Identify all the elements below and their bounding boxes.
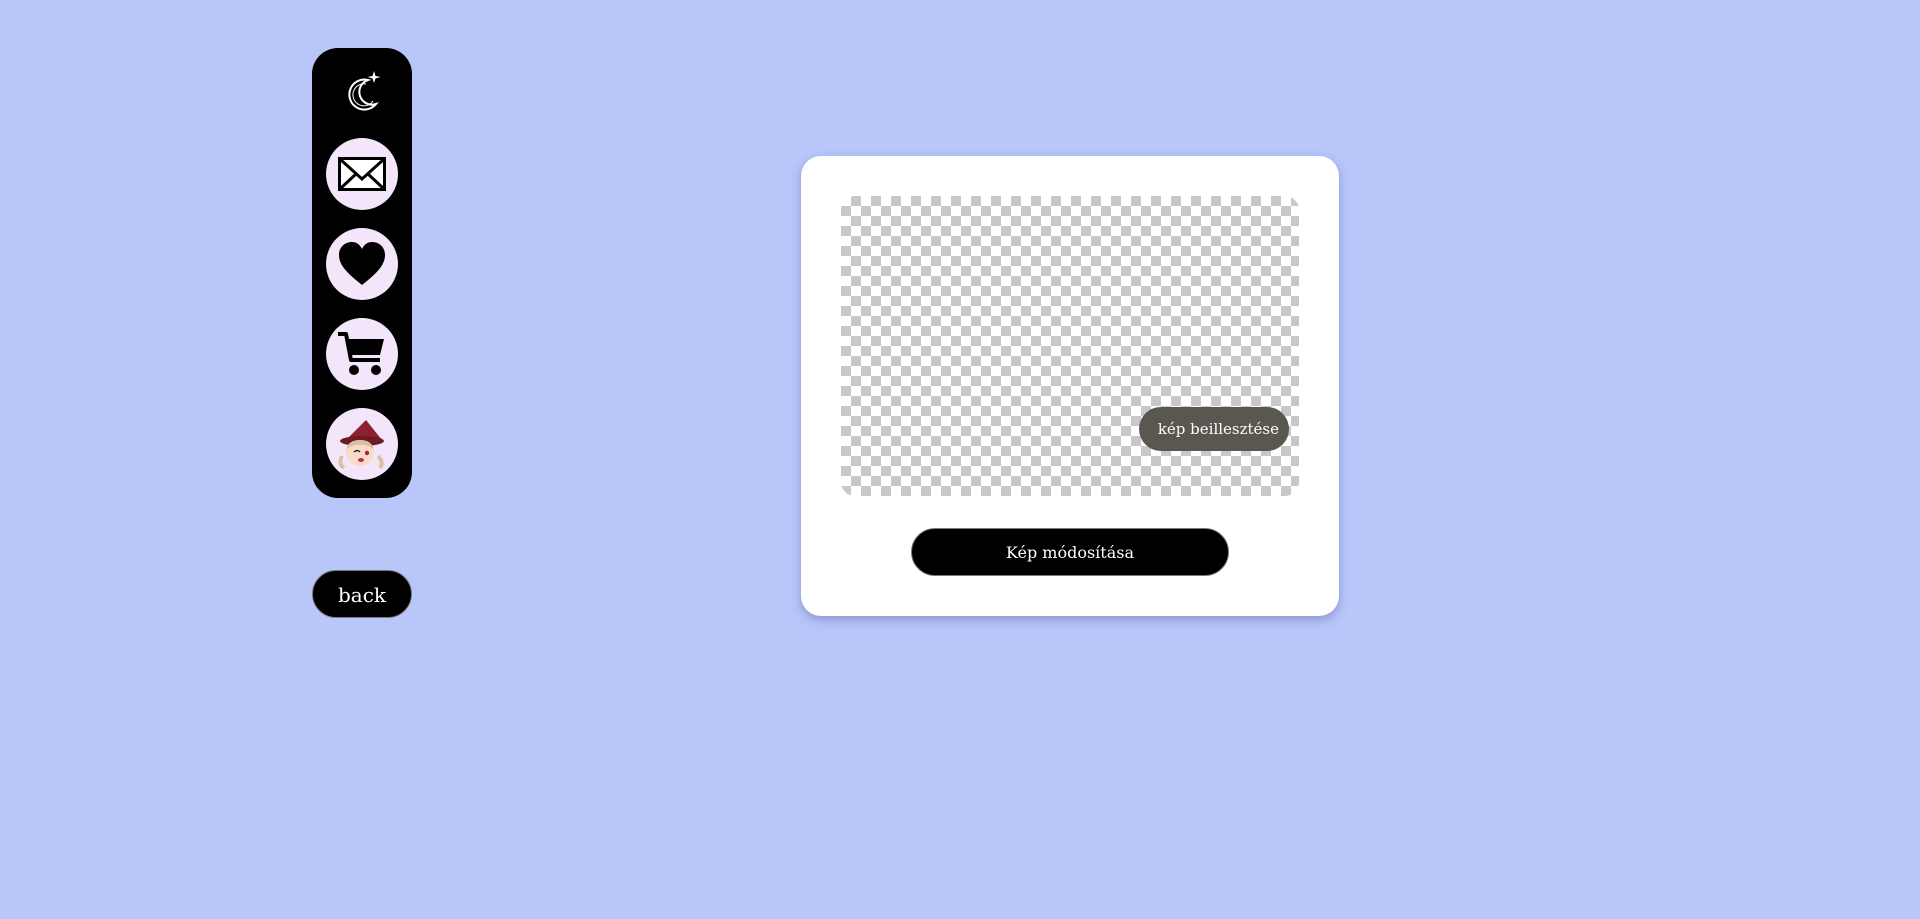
favorites-button[interactable] (326, 228, 398, 300)
profile-button[interactable] (326, 408, 398, 480)
envelope-icon (336, 155, 388, 193)
messages-button[interactable] (326, 138, 398, 210)
paste-image-button[interactable]: kép beillesztése (1138, 407, 1289, 451)
image-editor-card: kép beillesztése Kép módosítása (801, 156, 1339, 616)
cart-button[interactable] (326, 318, 398, 390)
moon-star-logo-icon[interactable] (342, 68, 384, 114)
cart-icon (336, 330, 388, 378)
sidebar-nav (312, 48, 412, 498)
image-preview-area[interactable]: kép beillesztése (841, 196, 1299, 496)
modify-image-button[interactable]: Kép módosítása (911, 528, 1229, 576)
avatar-icon (334, 416, 390, 472)
back-button[interactable]: back (312, 570, 412, 618)
heart-icon (337, 241, 387, 287)
